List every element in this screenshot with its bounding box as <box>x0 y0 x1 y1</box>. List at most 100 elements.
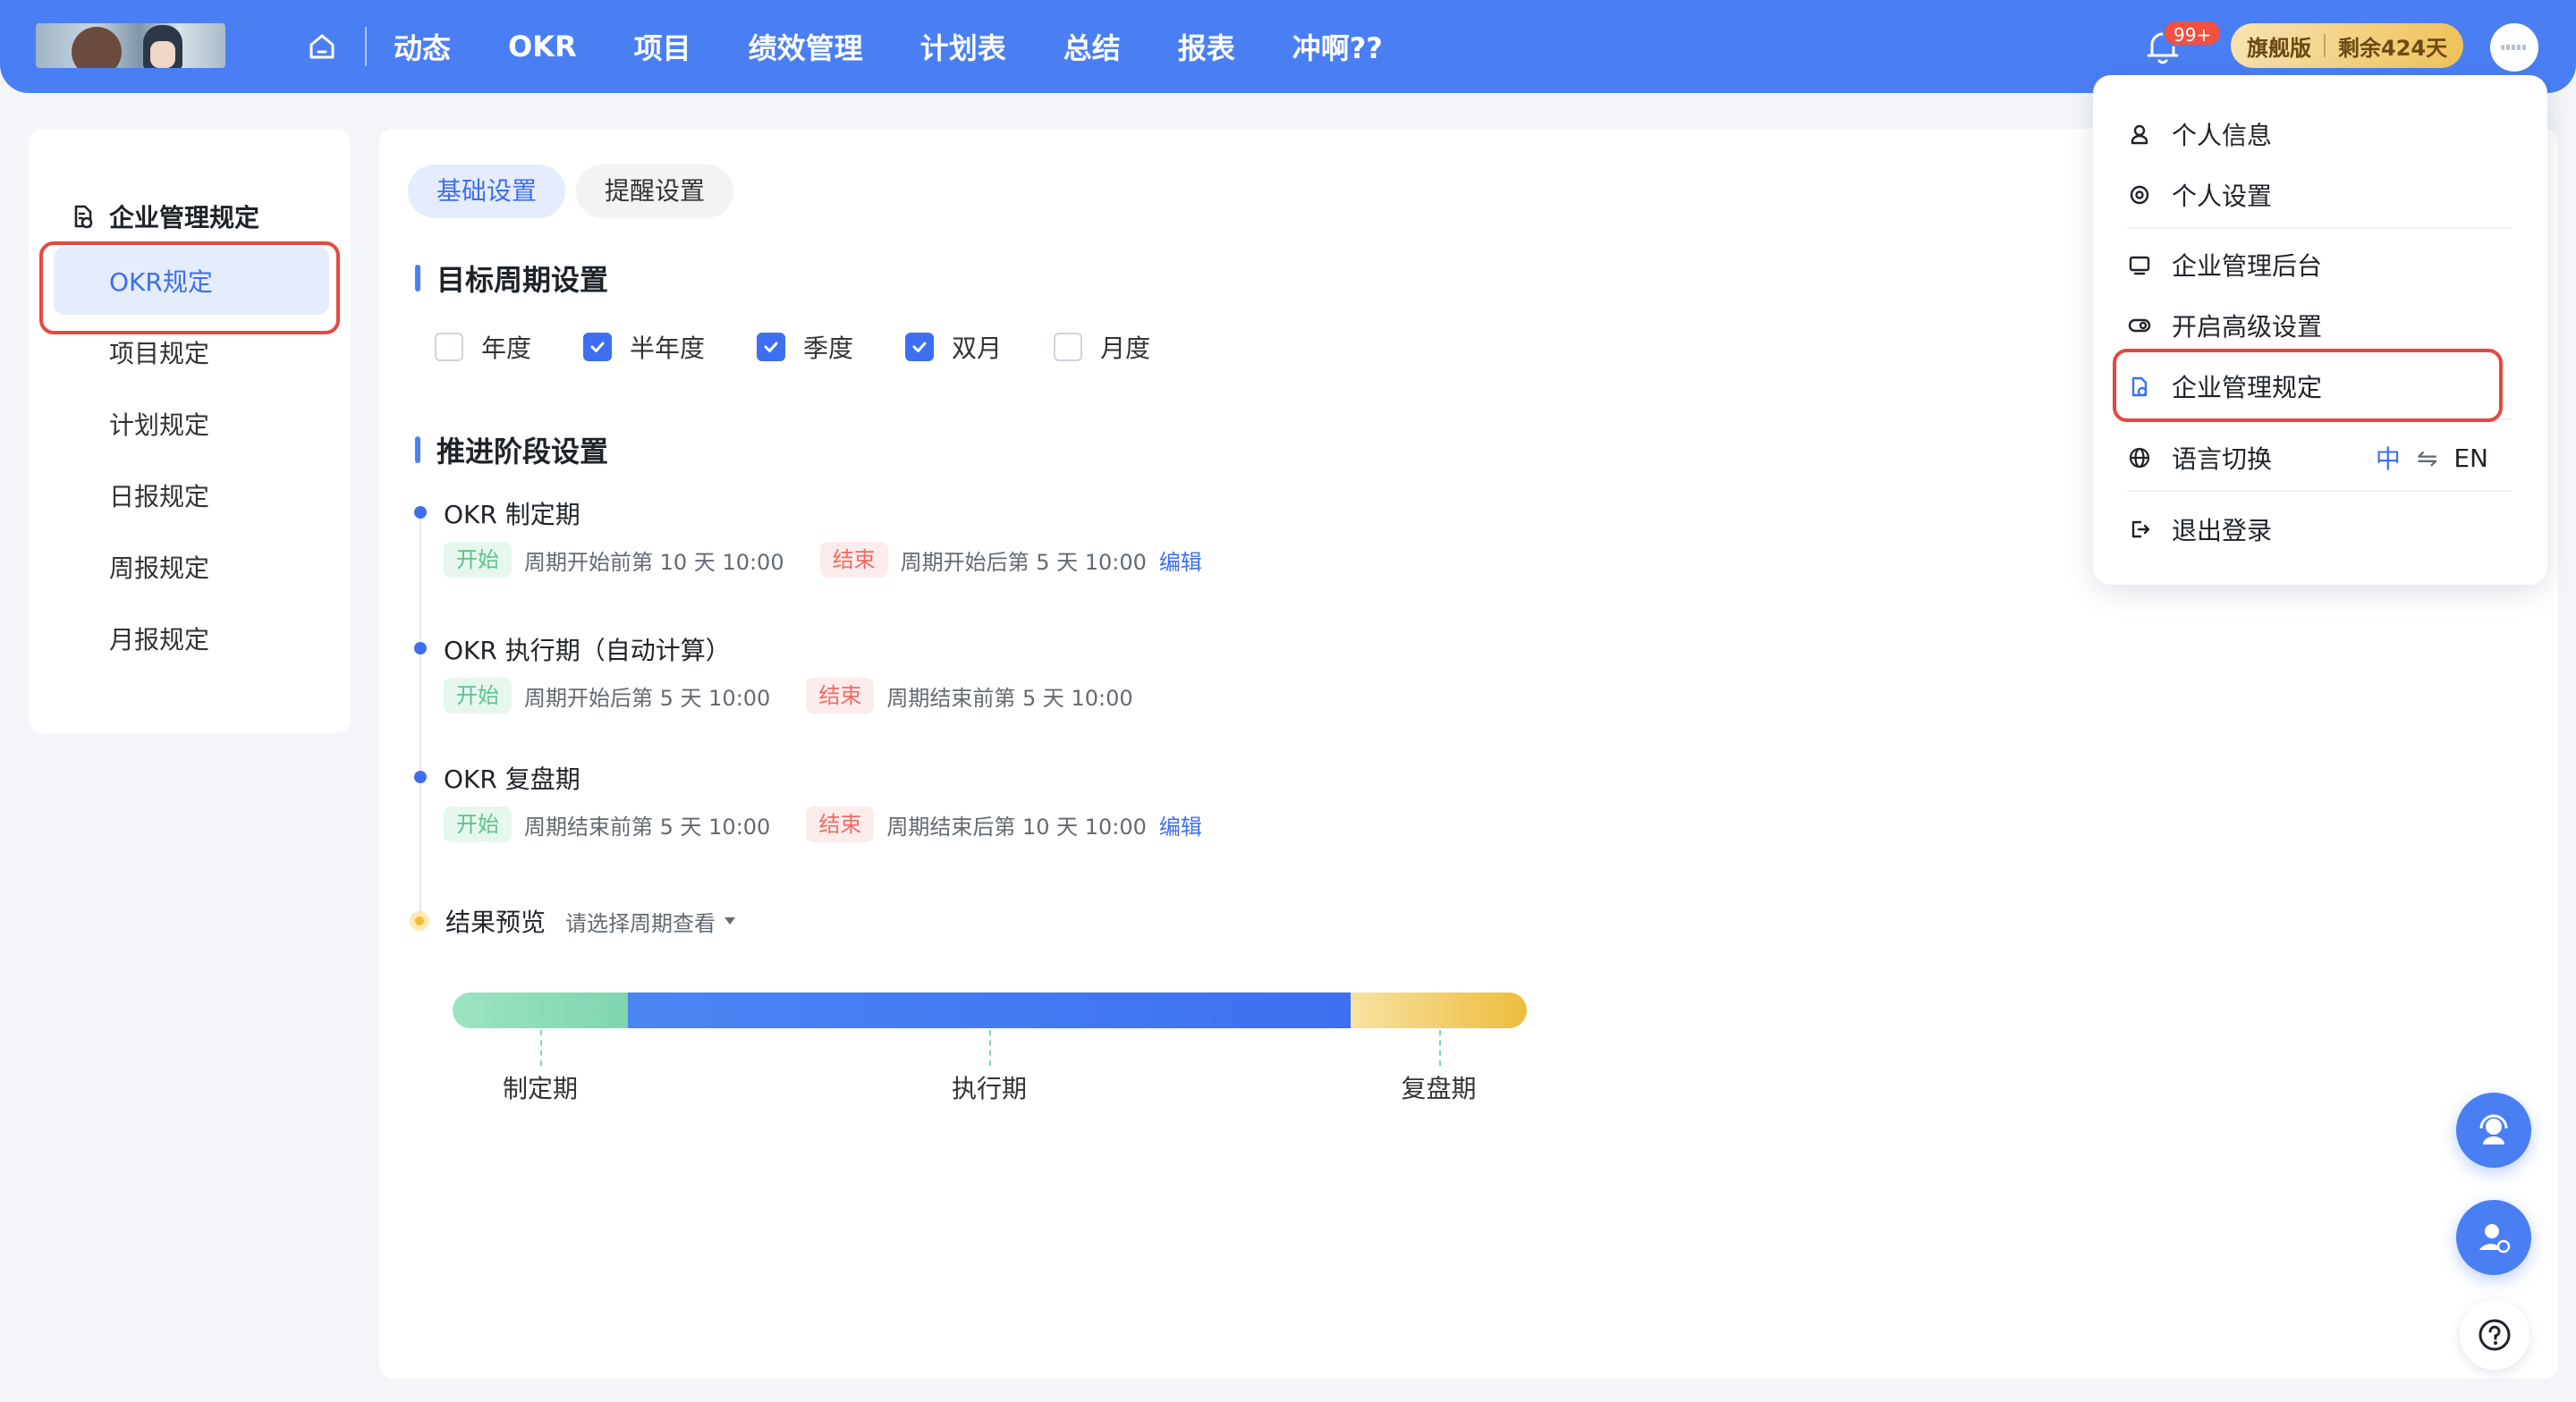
nav-item-performance[interactable]: 绩效管理 <box>749 26 863 67</box>
checkbox-box[interactable] <box>583 333 613 361</box>
checkbox-box[interactable] <box>1054 333 1083 361</box>
annotation-highlight-okr-rules <box>39 241 340 334</box>
user-icon <box>2131 124 2148 145</box>
bar-segment-3 <box>1351 992 1527 1028</box>
add-contact-button[interactable] <box>2456 1200 2531 1275</box>
edit-link[interactable]: 编辑 <box>1159 809 1202 840</box>
preview-title: 结果预览 <box>445 908 547 937</box>
checkbox-box[interactable] <box>905 333 935 361</box>
checkbox-annual[interactable]: 年度 <box>435 329 531 365</box>
headset-icon <box>2479 1114 2508 1144</box>
logout-icon <box>2131 520 2150 538</box>
gear-icon <box>2130 185 2149 205</box>
bar-label: 制定期 <box>502 1074 579 1103</box>
nav-item-okr[interactable]: OKR <box>508 30 577 63</box>
start-tag: 开始 <box>444 542 512 578</box>
menu-item-profile[interactable]: 个人信息 <box>2127 116 2272 152</box>
tab-reminder-settings[interactable]: 提醒设置 <box>576 165 734 218</box>
globe-icon <box>2129 447 2150 469</box>
nav-item-dynamics[interactable]: 动态 <box>394 26 451 67</box>
end-tag: 结束 <box>806 807 875 842</box>
monitor-icon <box>2129 256 2150 275</box>
notification-badge: 99+ <box>2163 20 2223 46</box>
preview-dot <box>410 911 429 931</box>
start-rule: 周期开始后第 5 天 10:00 <box>524 685 771 711</box>
caret-down-icon[interactable] <box>724 917 736 925</box>
stage-name: OKR 复盘期 <box>444 764 580 794</box>
timeline-dot <box>414 771 427 783</box>
start-rule: 周期开始前第 10 天 10:00 <box>524 549 784 575</box>
sidebar-item-plan-rules[interactable]: 计划规定 <box>54 390 329 458</box>
bar-label: 执行期 <box>951 1074 1028 1103</box>
customer-service-button[interactable] <box>2456 1093 2531 1168</box>
edition-badge[interactable]: 旗舰版 剩余424天 <box>2231 23 2464 68</box>
sidebar-header: 企业管理规定 <box>68 198 259 234</box>
nav-item-project[interactable]: 项目 <box>634 26 691 67</box>
cycle-section-title: 目标周期设置 <box>415 258 608 299</box>
home-icon[interactable] <box>304 29 340 64</box>
user-plus-icon <box>2479 1224 2511 1254</box>
end-rule: 周期结束前第 5 天 10:00 <box>886 685 1133 711</box>
timeline-dot <box>414 506 427 519</box>
start-tag: 开始 <box>444 678 512 714</box>
bar-tick <box>1438 1030 1441 1066</box>
sidebar-item-weekly-rules[interactable]: 周报规定 <box>54 533 329 601</box>
lang-en[interactable]: EN <box>2453 443 2488 473</box>
checkbox-bimonthly[interactable]: 双月 <box>905 329 1002 365</box>
settings-tabs: 基础设置 提醒设置 <box>408 165 744 218</box>
cycle-select[interactable]: 请选择周期查看 <box>565 906 716 937</box>
timeline-line <box>419 513 421 925</box>
checkbox-quarter[interactable]: 季度 <box>757 329 853 365</box>
lang-zh[interactable]: 中 <box>2376 440 2401 476</box>
menu-divider <box>2127 490 2512 492</box>
nav-item-report[interactable]: 报表 <box>1178 26 1235 67</box>
checkbox-half-year[interactable]: 半年度 <box>583 329 705 365</box>
sidebar-item-monthly-rules[interactable]: 月报规定 <box>54 604 329 672</box>
bar-tick <box>989 1030 991 1066</box>
nav-item-custom[interactable]: 冲啊?? <box>1292 26 1383 67</box>
end-tag: 结束 <box>819 542 888 578</box>
rules-sidebar: 企业管理规定 OKR规定 项目规定 计划规定 日报规定 周报规定 月报规定 <box>29 129 351 733</box>
start-rule: 周期结束前第 5 天 10:00 <box>524 814 771 840</box>
remaining-days: 剩余424天 <box>2338 35 2448 61</box>
nav-item-summary[interactable]: 总结 <box>1063 26 1121 67</box>
sidebar-title: 企业管理规定 <box>109 203 260 232</box>
menu-item-personal-settings[interactable]: 个人设置 <box>2127 177 2272 213</box>
edition-label: 旗舰版 <box>2247 35 2311 61</box>
checkbox-monthly[interactable]: 月度 <box>1054 329 1150 365</box>
cycle-checkbox-group: 年度 半年度 季度 双月 月度 <box>435 329 1202 365</box>
checkbox-box[interactable] <box>435 333 463 361</box>
end-tag: 结束 <box>806 678 875 714</box>
swap-icon: ⇋ <box>2416 443 2438 473</box>
stage-section-title: 推进阶段设置 <box>415 429 608 470</box>
stage-name: OKR 制定期 <box>444 500 580 529</box>
company-logo[interactable] <box>36 23 225 68</box>
bar-segment-2 <box>628 992 1351 1028</box>
checkbox-box[interactable] <box>757 333 786 361</box>
policy-icon <box>74 205 93 229</box>
annotation-highlight-enterprise-rules <box>2113 349 2503 422</box>
menu-item-advanced-settings[interactable]: 开启高级设置 <box>2127 308 2322 343</box>
help-button[interactable] <box>2460 1300 2529 1370</box>
timeline-dot <box>414 642 427 655</box>
main-nav: 动态 OKR 项目 绩效管理 计划表 总结 报表 冲啊?? <box>394 0 1440 93</box>
edit-link[interactable]: 编辑 <box>1159 545 1202 576</box>
tab-basic-settings[interactable]: 基础设置 <box>408 165 566 218</box>
sidebar-item-daily-rules[interactable]: 日报规定 <box>54 461 329 529</box>
bar-tick <box>540 1030 542 1066</box>
question-icon <box>2479 1319 2511 1351</box>
menu-item-language[interactable]: 语言切换 <box>2127 440 2272 476</box>
menu-item-admin-console[interactable]: 企业管理后台 <box>2127 247 2322 283</box>
language-toggle[interactable]: 中 ⇋ EN <box>2376 440 2488 476</box>
stage-name: OKR 执行期（自动计算） <box>444 636 731 665</box>
end-rule: 周期结束后第 10 天 10:00 <box>886 814 1147 840</box>
nav-item-plan[interactable]: 计划表 <box>920 26 1006 67</box>
result-preview: 结果预览 请选择周期查看 <box>410 903 736 939</box>
menu-divider <box>2127 227 2512 229</box>
user-avatar[interactable] <box>2490 23 2538 72</box>
menu-item-logout[interactable]: 退出登录 <box>2127 511 2272 547</box>
toggle-icon <box>2128 318 2151 333</box>
bar-label: 复盘期 <box>1401 1074 1477 1103</box>
nav-divider <box>365 27 367 66</box>
start-tag: 开始 <box>444 807 512 842</box>
